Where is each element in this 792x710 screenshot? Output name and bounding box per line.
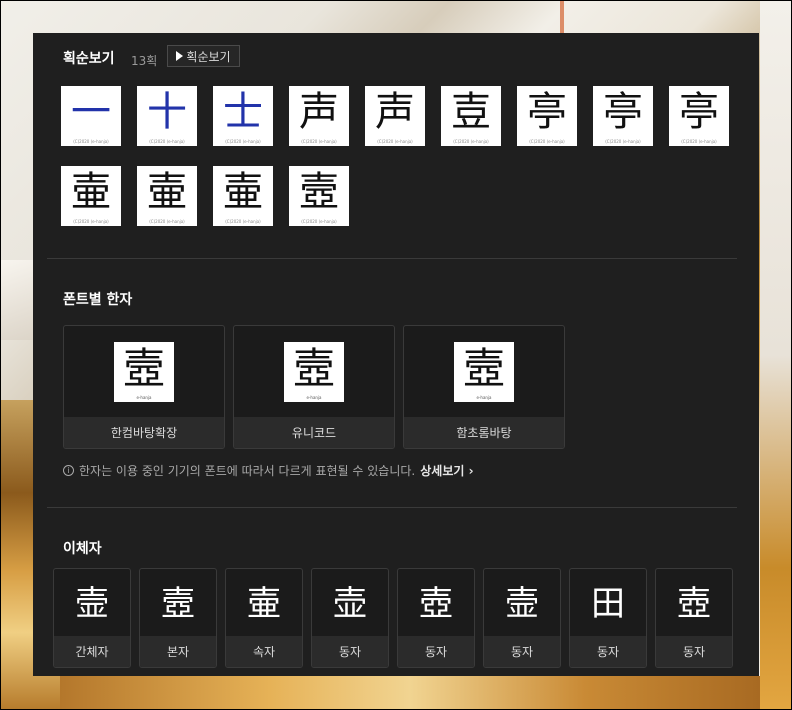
play-button-label: 획순보기 <box>186 49 231 64</box>
font-card-label: 유니코드 <box>234 417 394 448</box>
stroke-watermark: (C)2020 (e-hanja) <box>377 139 413 144</box>
stroke-glyph: 一 <box>71 89 111 135</box>
stroke-watermark: (C)2020 (e-hanja) <box>149 219 185 224</box>
stroke-watermark: (C)2020 (e-hanja) <box>73 139 109 144</box>
font-glyph-image: 壼 e-hanja <box>454 342 514 402</box>
stroke-watermark: (C)2020 (e-hanja) <box>301 219 337 224</box>
font-card-label: 한컴바탕확장 <box>64 417 224 448</box>
stroke-frame-7: 亭 (C)2020 (e-hanja) <box>517 86 577 146</box>
stroke-watermark: (C)2020 (e-hanja) <box>301 139 337 144</box>
variant-glyph: 壺 <box>677 584 711 624</box>
font-watermark: e-hanja <box>306 395 322 400</box>
font-hanja-title: 폰트별 한자 <box>63 292 133 308</box>
variant-glyph: 田 <box>591 584 625 624</box>
stroke-glyph: 十 <box>147 89 187 135</box>
variant-label: 본자 <box>140 636 216 667</box>
variant-label: 동자 <box>312 636 388 667</box>
stroke-frame-1: 一 (C)2020 (e-hanja) <box>61 86 121 146</box>
stroke-watermark: (C)2020 (e-hanja) <box>529 139 565 144</box>
variant-label: 간체자 <box>54 636 130 667</box>
font-card-hamchorom[interactable]: 壼 e-hanja 함초롬바탕 <box>403 325 565 449</box>
variant-card[interactable]: 壺 동자 <box>655 568 733 668</box>
variant-glyph: 壶 <box>333 584 367 624</box>
font-card-hancom[interactable]: 壼 e-hanja 한컴바탕확장 <box>63 325 225 449</box>
variant-glyph: 壺 <box>419 584 453 624</box>
variant-label: 동자 <box>484 636 560 667</box>
font-watermark: e-hanja <box>136 395 152 400</box>
font-card-unicode[interactable]: 壼 e-hanja 유니코드 <box>233 325 395 449</box>
font-glyph: 壼 <box>292 344 335 393</box>
stroke-frame-9: 亭 (C)2020 (e-hanja) <box>669 86 729 146</box>
variant-card[interactable]: 壸 동자 <box>483 568 561 668</box>
stroke-count: 13획 <box>131 54 158 68</box>
stroke-glyph: 亭 <box>527 89 567 135</box>
variant-card[interactable]: 壶 동자 <box>311 568 389 668</box>
stroke-frame-8: 亭 (C)2020 (e-hanja) <box>593 86 653 146</box>
variant-label: 속자 <box>226 636 302 667</box>
stroke-frame-6: 壴 (C)2020 (e-hanja) <box>441 86 501 146</box>
font-note: i 한자는 이용 중인 기기의 폰트에 따라서 다르게 표현될 수 있습니다. … <box>63 462 474 479</box>
stroke-frame-12: 壷 (C)2020 (e-hanja) <box>213 166 273 226</box>
stroke-frame-5: 声 (C)2020 (e-hanja) <box>365 86 425 146</box>
stroke-frame-13: 壼 (C)2020 (e-hanja) <box>289 166 349 226</box>
section-divider <box>47 507 737 508</box>
section-divider <box>47 258 737 259</box>
hanja-detail-panel: 획순보기 13획 획순보기 一 (C)2020 (e-hanja) 十 (C)2… <box>33 33 759 676</box>
play-icon <box>176 51 184 61</box>
stroke-glyph: 声 <box>375 89 415 135</box>
font-card-label: 함초롬바탕 <box>404 417 564 448</box>
stroke-watermark: (C)2020 (e-hanja) <box>149 139 185 144</box>
variant-card[interactable]: 壼 본자 <box>139 568 217 668</box>
variant-glyph: 壼 <box>161 584 195 624</box>
font-glyph: 壼 <box>122 344 165 393</box>
variants-title: 이체자 <box>63 541 102 557</box>
stroke-glyph: 亭 <box>603 89 643 135</box>
stroke-watermark: (C)2020 (e-hanja) <box>225 139 261 144</box>
stroke-watermark: (C)2020 (e-hanja) <box>681 139 717 144</box>
stroke-glyph: 壷 <box>147 169 187 215</box>
variant-label: 동자 <box>656 636 732 667</box>
stroke-glyph: 亭 <box>679 89 719 135</box>
font-watermark: e-hanja <box>476 395 492 400</box>
stroke-glyph: 壷 <box>223 169 263 215</box>
info-icon: i <box>63 465 74 476</box>
stroke-frame-11: 壷 (C)2020 (e-hanja) <box>137 166 197 226</box>
font-note-text: 한자는 이용 중인 기기의 폰트에 따라서 다르게 표현될 수 있습니다. <box>79 464 416 478</box>
stroke-glyph: 声 <box>299 89 339 135</box>
variant-glyph: 壷 <box>247 584 281 624</box>
detail-link[interactable]: 상세보기 › <box>420 462 473 479</box>
stroke-order-title: 획순보기 <box>63 51 115 67</box>
stroke-glyph: 壴 <box>451 89 491 135</box>
stroke-watermark: (C)2020 (e-hanja) <box>605 139 641 144</box>
stroke-frame-2: 十 (C)2020 (e-hanja) <box>137 86 197 146</box>
stroke-frame-3: 士 (C)2020 (e-hanja) <box>213 86 273 146</box>
variant-label: 동자 <box>570 636 646 667</box>
stroke-watermark: (C)2020 (e-hanja) <box>453 139 489 144</box>
stroke-glyph: 壷 <box>71 169 111 215</box>
stroke-watermark: (C)2020 (e-hanja) <box>73 219 109 224</box>
stroke-glyph: 士 <box>223 89 263 135</box>
font-glyph: 壼 <box>462 344 505 393</box>
variant-card[interactable]: 田 동자 <box>569 568 647 668</box>
stroke-order-play-button[interactable]: 획순보기 <box>167 45 240 67</box>
stroke-glyph: 壼 <box>299 169 339 215</box>
stroke-frame-10: 壷 (C)2020 (e-hanja) <box>61 166 121 226</box>
font-glyph-image: 壼 e-hanja <box>114 342 174 402</box>
stroke-frame-4: 声 (C)2020 (e-hanja) <box>289 86 349 146</box>
variant-card[interactable]: 壸 간체자 <box>53 568 131 668</box>
font-glyph-image: 壼 e-hanja <box>284 342 344 402</box>
variant-card[interactable]: 壷 속자 <box>225 568 303 668</box>
variant-glyph: 壸 <box>75 584 109 624</box>
variant-label: 동자 <box>398 636 474 667</box>
variant-glyph: 壸 <box>505 584 539 624</box>
variant-card[interactable]: 壺 동자 <box>397 568 475 668</box>
stroke-watermark: (C)2020 (e-hanja) <box>225 219 261 224</box>
